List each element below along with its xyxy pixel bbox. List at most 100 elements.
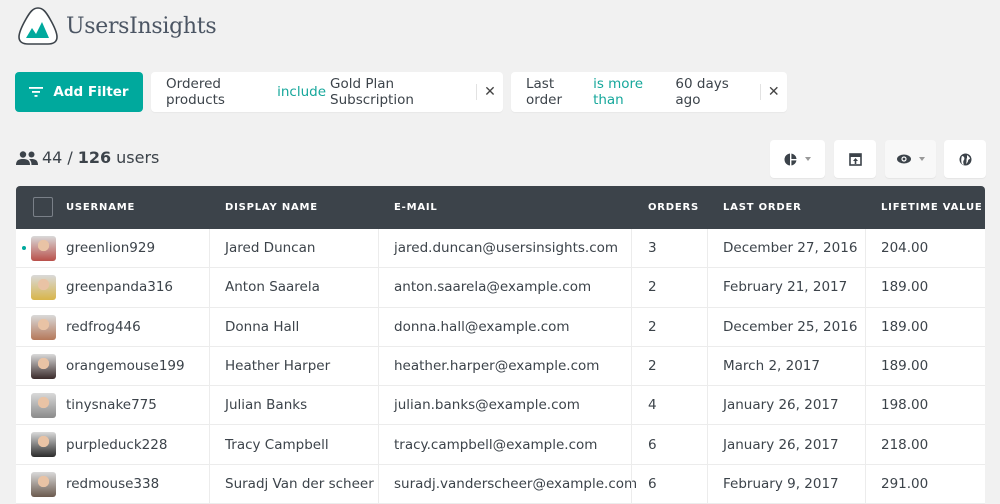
segments-button[interactable] (770, 140, 825, 178)
divider (865, 425, 866, 464)
username-cell[interactable]: redfrog446 (66, 308, 141, 346)
filter-value: 60 days ago (675, 76, 729, 108)
display-name-cell: Tracy Campbell (225, 436, 329, 453)
divider (707, 307, 708, 346)
orders-cell: 2 (648, 279, 657, 296)
table-row[interactable]: greenlion929 Jared Duncan jared.duncan@u… (16, 229, 985, 269)
shown-count: 44 (42, 148, 63, 167)
filter-field: Ordered products (166, 76, 225, 108)
email-cell: donna.hall@example.com (394, 318, 570, 335)
filter-operator: include (277, 84, 327, 100)
app-name: UsersInsights (66, 13, 217, 39)
filter-chip-ordered-products[interactable]: Ordered products include Gold Plan Subsc… (151, 72, 503, 112)
user-count: 44 / 126 users (16, 148, 159, 167)
export-button[interactable] (834, 140, 876, 178)
columns-visibility-button[interactable] (885, 140, 936, 178)
divider (707, 346, 708, 386)
map-view-button[interactable] (944, 140, 986, 178)
divider (707, 464, 708, 504)
last-order-cell: January 26, 2017 (723, 436, 839, 453)
divider (631, 386, 632, 425)
table-row[interactable]: tinysnake775 Julian Banks julian.banks@e… (16, 386, 985, 426)
chevron-down-icon (918, 157, 925, 161)
export-icon (848, 152, 862, 166)
mountain-logo-icon (18, 7, 58, 45)
pie-chart-icon (784, 152, 797, 166)
display-name-cell: Heather Harper (225, 358, 331, 375)
divider (865, 229, 866, 268)
filter-field: Last order (526, 76, 562, 108)
filter-bar: Add Filter Ordered products include Gold… (15, 72, 787, 112)
select-all-checkbox[interactable] (33, 197, 53, 217)
avatar (31, 471, 56, 497)
page-scroll-gutter (985, 229, 1000, 502)
lifetime-value-cell: 291.00 (881, 475, 929, 492)
avatar (31, 432, 56, 458)
table-row[interactable]: orangemouse199 Heather Harper heather.ha… (16, 346, 985, 387)
divider (378, 229, 379, 268)
table-header: USERNAME DISPLAY NAME E-MAIL ORDERS LAST… (16, 186, 985, 229)
display-name-cell: Jared Duncan (225, 240, 316, 257)
table-row[interactable]: greenpanda316 Anton Saarela anton.saarel… (16, 268, 985, 308)
app-logo[interactable]: UsersInsights (16, 4, 217, 48)
orders-cell: 2 (648, 318, 657, 335)
add-filter-button[interactable]: Add Filter (15, 72, 143, 112)
username-cell[interactable]: greenpanda316 (66, 268, 173, 306)
divider (865, 464, 866, 504)
divider (378, 464, 379, 504)
divider (707, 229, 708, 268)
display-name-cell: Anton Saarela (225, 279, 320, 296)
lifetime-value-cell: 204.00 (881, 240, 929, 257)
divider (209, 464, 210, 504)
divider (631, 425, 632, 464)
display-name-cell: Donna Hall (225, 318, 300, 335)
email-cell: suradj.vanderscheer@example.com (394, 475, 638, 492)
total-count: 126 (77, 148, 112, 167)
users-table: USERNAME DISPLAY NAME E-MAIL ORDERS LAST… (16, 186, 985, 504)
column-header-last-order[interactable]: LAST ORDER (723, 202, 802, 213)
last-order-cell: December 25, 2016 (723, 318, 858, 335)
avatar (31, 314, 56, 340)
divider (631, 268, 632, 307)
username-cell[interactable]: purpleduck228 (66, 425, 167, 463)
column-header-orders[interactable]: ORDERS (648, 202, 699, 213)
divider (209, 425, 210, 464)
last-order-cell: February 9, 2017 (723, 475, 839, 492)
table-row[interactable]: redmouse338 Suradj Van der scheer suradj… (16, 464, 985, 504)
last-order-cell: February 21, 2017 (723, 279, 848, 296)
divider (631, 307, 632, 346)
add-filter-label: Add Filter (53, 84, 129, 100)
email-cell: jared.duncan@usersinsights.com (394, 240, 619, 257)
username-cell[interactable]: tinysnake775 (66, 386, 157, 424)
close-icon[interactable]: ✕ (477, 84, 499, 100)
filter-chip-last-order[interactable]: Last order is more than 60 days ago ✕ (511, 72, 787, 112)
divider (209, 386, 210, 425)
divider (865, 346, 866, 386)
avatar (31, 236, 56, 261)
users-icon (16, 150, 38, 165)
email-cell: heather.harper@example.com (394, 358, 600, 375)
divider (631, 229, 632, 268)
username-cell[interactable]: greenlion929 (66, 229, 155, 267)
divider (209, 268, 210, 307)
username-cell[interactable]: orangemouse199 (66, 347, 185, 385)
close-icon[interactable]: ✕ (761, 84, 783, 100)
divider (378, 346, 379, 386)
divider (209, 229, 210, 268)
username-cell[interactable]: redmouse338 (66, 465, 159, 503)
column-header-email[interactable]: E-MAIL (394, 202, 438, 213)
last-order-cell: March 2, 2017 (723, 358, 820, 375)
count-unit: users (116, 148, 160, 167)
table-row[interactable]: purpleduck228 Tracy Campbell tracy.campb… (16, 425, 985, 465)
chevron-down-icon (805, 157, 811, 161)
column-header-display-name[interactable]: DISPLAY NAME (225, 202, 318, 213)
avatar (31, 275, 56, 301)
column-header-lifetime-value[interactable]: LIFETIME VALUE (881, 202, 983, 213)
column-header-username[interactable]: USERNAME (66, 202, 135, 213)
divider (865, 268, 866, 307)
count-separator: / (67, 148, 73, 167)
table-row[interactable]: redfrog446 Donna Hall donna.hall@example… (16, 307, 985, 347)
eye-icon (896, 154, 911, 164)
divider (378, 307, 379, 346)
avatar (31, 353, 56, 379)
